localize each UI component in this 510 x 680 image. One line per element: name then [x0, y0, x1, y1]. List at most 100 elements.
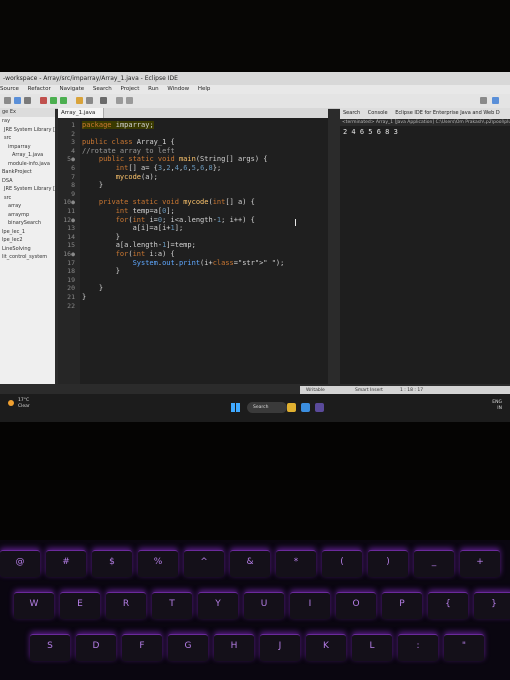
windows-start-icon[interactable] — [231, 403, 240, 412]
open-type-icon[interactable] — [86, 97, 93, 104]
keyboard-key: U — [244, 592, 284, 619]
new-class-icon[interactable] — [76, 97, 83, 104]
system-tray[interactable]: ENG IN — [492, 400, 502, 412]
code-line[interactable]: private static void mycode(int[] a) { — [82, 198, 255, 206]
code-area[interactable]: 1 package imparray; 2 3 public class Array_1… — [58, 118, 328, 384]
line-number: 22 — [67, 301, 75, 310]
region-indicator: IN — [497, 406, 502, 411]
line-number: 6 — [71, 164, 75, 172]
line-number: 15 — [67, 241, 75, 250]
menu-refactor[interactable]: Refactor — [28, 86, 51, 92]
tree-item[interactable]: JRE System Library [Jav — [0, 185, 55, 194]
code-line[interactable]: } — [82, 267, 120, 275]
keyboard-key: " — [444, 634, 484, 661]
code-line[interactable]: int[] a= {3,2,4,6,5,6,8}; — [82, 164, 221, 172]
code-line[interactable]: System.out.print(i+class="str">" "); — [82, 259, 285, 267]
tree-item[interactable]: array — [0, 202, 55, 211]
tab-eclipse-ide[interactable]: Eclipse IDE for Enterprise Java and Web … — [395, 110, 499, 116]
forward-icon[interactable] — [126, 97, 133, 104]
menu-project[interactable]: Project — [121, 86, 140, 92]
tree-item[interactable]: DSA — [0, 177, 55, 186]
menu-help[interactable]: Help — [198, 86, 211, 92]
code-line[interactable]: public class Array_1 { — [82, 138, 175, 146]
line-number: 8 — [71, 181, 75, 190]
keyboard-key: ( — [322, 550, 362, 577]
tree-item[interactable]: LineSolving — [0, 245, 55, 254]
keyboard-key: K — [306, 634, 346, 661]
line-number: 7 — [71, 172, 75, 181]
weather-desc: Clear — [18, 404, 30, 409]
code-line[interactable]: } — [82, 293, 86, 301]
tree-item[interactable]: src — [0, 134, 55, 143]
run-icon[interactable] — [50, 97, 57, 104]
tree-item[interactable]: binarySearch — [0, 219, 55, 228]
keyboard-key: : — [398, 634, 438, 661]
search-toolbar-icon[interactable] — [100, 97, 107, 104]
menu-source[interactable]: Source — [0, 86, 19, 92]
tree-item[interactable]: Array_1.java — [0, 151, 55, 160]
keyboard-key: H — [214, 634, 254, 661]
line-number: 10● — [63, 198, 75, 207]
eclipse-icon[interactable] — [315, 403, 324, 412]
toolbar — [0, 94, 510, 109]
keyboard-key: P — [382, 592, 422, 619]
tree-item[interactable]: arraymp — [0, 211, 55, 220]
code-line[interactable]: mycode(a); — [82, 173, 158, 181]
java-perspective-icon[interactable] — [492, 97, 499, 104]
tree-item[interactable]: JRE System Library [Jav — [0, 126, 55, 135]
package-explorer-tab[interactable]: ge Ex — [0, 108, 55, 117]
code-line[interactable]: package imparray; — [82, 121, 154, 129]
tab-search[interactable]: Search — [343, 110, 360, 116]
tree-item[interactable]: module-info.java — [0, 160, 55, 169]
edge-icon[interactable] — [301, 403, 310, 412]
code-editor[interactable]: Array_1.java 1 package imparray; 2 3 public … — [58, 108, 328, 384]
code-line[interactable]: } — [82, 181, 103, 189]
menu-window[interactable]: Window — [167, 86, 189, 92]
save-all-icon[interactable] — [24, 97, 31, 104]
code-line[interactable]: //rotate array to left — [82, 147, 175, 155]
tab-console[interactable]: Console — [368, 110, 388, 116]
keyboard-key: E — [60, 592, 100, 619]
code-line[interactable]: } — [82, 233, 120, 241]
code-line[interactable]: for(int i=0; i<a.length-1; i++) { — [82, 216, 255, 224]
keyboard-key: } — [474, 592, 510, 619]
code-line[interactable]: public static void main(String[] args) { — [82, 155, 268, 163]
new-icon[interactable] — [4, 97, 11, 104]
keyboard-key: D — [76, 634, 116, 661]
code-line[interactable]: for(int i:a) { — [82, 250, 175, 258]
run-menu-icon[interactable] — [60, 97, 67, 104]
code-line[interactable]: a[i]=a[i+1]; — [82, 224, 184, 232]
tree-item[interactable]: lit_control_system — [0, 253, 55, 262]
editor-tab-array1[interactable]: Array_1.java — [58, 108, 104, 118]
line-number: 17 — [67, 258, 75, 267]
code-line[interactable]: int temp=a[0]; — [82, 207, 175, 215]
tree-item[interactable]: lpe_lec2 — [0, 236, 55, 245]
keyboard-key: W — [14, 592, 54, 619]
weather-widget[interactable]: 17°C Clear — [18, 398, 30, 410]
save-icon[interactable] — [14, 97, 21, 104]
line-number: 1 — [71, 121, 75, 129]
menu-navigate[interactable]: Navigate — [59, 86, 84, 92]
laptop-keyboard: @ # $% ^ & *() _ + W E R T Y U I O P{} S D F G H J K L: " — [0, 540, 510, 680]
keyboard-key: * — [276, 550, 316, 577]
taskbar-search[interactable]: Search — [247, 402, 287, 413]
keyboard-key: G — [168, 634, 208, 661]
menu-search[interactable]: Search — [93, 86, 112, 92]
code-line[interactable]: } — [82, 284, 103, 292]
keyboard-key: & — [230, 550, 270, 577]
file-explorer-icon[interactable] — [287, 403, 296, 412]
line-number: 21 — [67, 293, 75, 301]
back-icon[interactable] — [116, 97, 123, 104]
perspective-icon[interactable] — [480, 97, 487, 104]
tree-item[interactable]: lpe_lec_1 — [0, 228, 55, 237]
console-terminated-line: <terminated> Array_1 [Java Application] … — [340, 119, 510, 126]
code-line[interactable]: a[a.length-1]=temp; — [82, 241, 196, 249]
tree-item[interactable]: src — [0, 194, 55, 203]
tree-item[interactable]: BankProject — [0, 168, 55, 177]
line-number: 4 — [71, 146, 75, 155]
tree-item[interactable]: ray — [0, 117, 55, 126]
keyboard-key: + — [460, 550, 500, 577]
debug-icon[interactable] — [40, 97, 47, 104]
menu-run[interactable]: Run — [148, 86, 159, 92]
tree-item[interactable]: imparray — [0, 143, 55, 152]
